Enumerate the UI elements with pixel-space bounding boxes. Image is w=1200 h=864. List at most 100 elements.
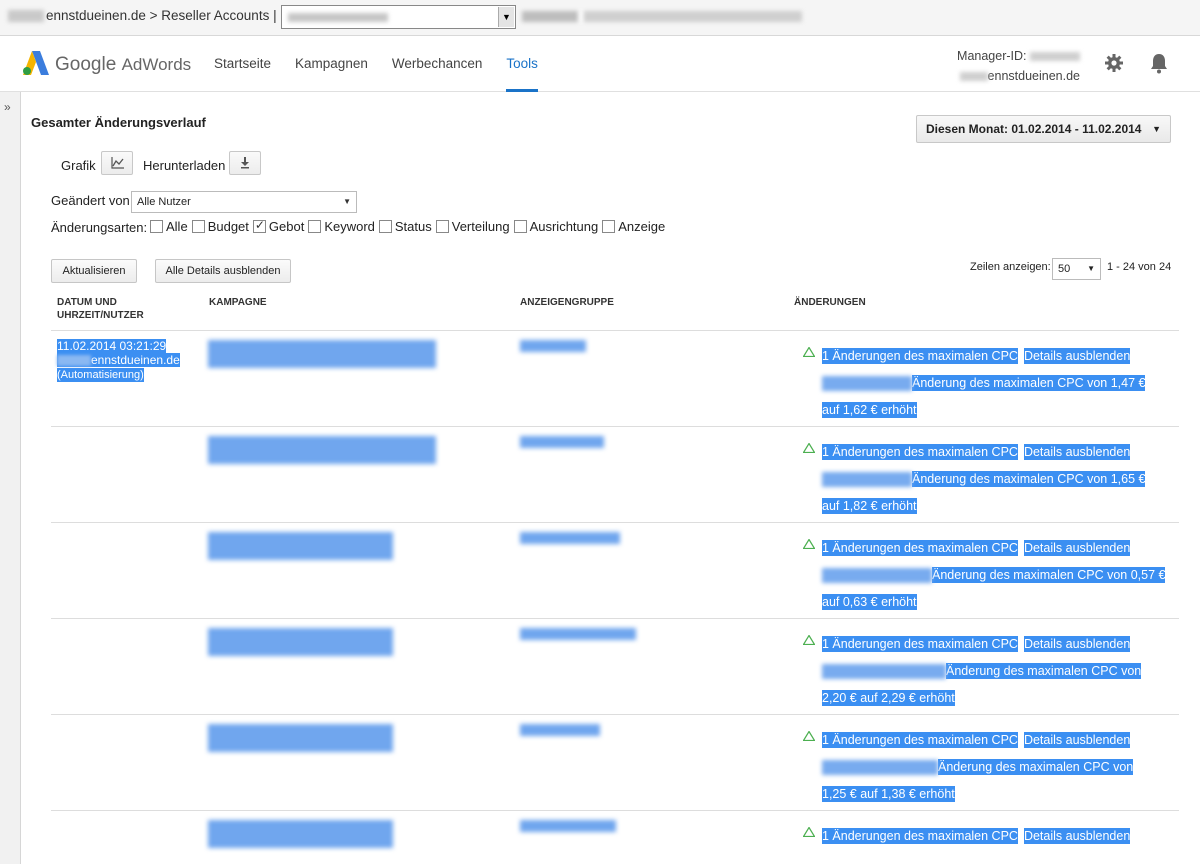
column-header-campaign[interactable]: KAMPAGNE — [209, 296, 267, 309]
caret-down-icon: ▼ — [343, 197, 351, 206]
change-type-status[interactable]: Status — [378, 219, 432, 234]
blurred-user — [57, 355, 91, 367]
nav-tools[interactable]: Tools — [506, 36, 538, 92]
column-header-changes[interactable]: ÄNDERUNGEN — [794, 296, 866, 309]
blurred-adgroup-name — [520, 436, 604, 448]
change-type-budget[interactable]: Budget — [191, 219, 249, 234]
checkbox-label: Budget — [207, 219, 249, 234]
checkbox-ausrichtung[interactable] — [513, 220, 527, 233]
details-hide-link[interactable]: Details ausblenden — [1023, 828, 1131, 844]
change-type-anzeige[interactable]: Anzeige — [602, 219, 665, 234]
change-cell: 1 Änderungen des maximalen CPC Details au… — [822, 631, 1167, 712]
change-summary: 1 Änderungen des maximalen CPC — [822, 348, 1018, 364]
change-detail: Änderung des maximalen CPC von 1,65 € — [912, 471, 1146, 487]
main-nav: Startseite Kampagnen Werbechancen Tools — [214, 36, 562, 92]
blurred-campaign-name — [208, 724, 393, 752]
blurred-keyword — [822, 760, 938, 776]
checkbox-status[interactable] — [378, 220, 392, 233]
column-header-adgroup[interactable]: ANZEIGENGRUPPE — [520, 296, 614, 309]
adwords-logo-icon — [23, 51, 49, 75]
bell-icon[interactable] — [1149, 52, 1169, 74]
blurred-user-email — [959, 72, 988, 82]
checkbox-label: Anzeige — [618, 219, 666, 234]
manager-id-label: Manager-ID: — [957, 49, 1027, 63]
email-domain: ennstdueinen.de — [46, 8, 146, 23]
change-type-gebot[interactable]: Gebot — [252, 218, 304, 234]
change-cell: 1 Änderungen des maximalen CPC Details au… — [822, 727, 1167, 808]
table-row: 1 Änderungen des maximalen CPC Details au… — [51, 619, 1179, 715]
triangle-up-icon — [803, 347, 815, 357]
breadcrumb-reseller-accounts[interactable]: Reseller Accounts — [161, 8, 269, 23]
change-summary: 1 Änderungen des maximalen CPC — [822, 444, 1018, 460]
table-row: 1 Änderungen des maximalen CPC Details au… — [51, 427, 1179, 523]
details-hide-link[interactable]: Details ausblenden — [1023, 540, 1131, 556]
change-cell: 1 Änderungen des maximalen CPC Details au… — [822, 535, 1167, 616]
checkbox-label: Verteilung — [451, 219, 510, 234]
checkbox-label: Keyword — [324, 219, 375, 234]
nav-werbechancen[interactable]: Werbechancen — [392, 36, 483, 92]
change-type-alle[interactable]: Alle — [150, 219, 188, 234]
chart-icon — [111, 157, 124, 169]
user-email-domain[interactable]: ennstdueinen.de — [988, 69, 1080, 83]
change-cell: 1 Änderungen des maximalen CPC Details au… — [822, 343, 1167, 424]
chevron-down-icon[interactable]: ▼ — [498, 7, 514, 27]
checkbox-gebot[interactable] — [252, 218, 266, 233]
changed-by-label: Geändert von — [51, 193, 130, 208]
gear-icon[interactable] — [1104, 53, 1124, 73]
blurred-customer-number — [522, 11, 802, 22]
change-cell: 1 Änderungen des maximalen CPC Details au… — [822, 439, 1167, 520]
blurred-keyword — [822, 472, 912, 488]
details-hide-link[interactable]: Details ausblenden — [1023, 348, 1131, 364]
blurred-keyword — [822, 568, 932, 584]
checkbox-alle[interactable] — [150, 220, 163, 233]
download-label: Herunterladen — [143, 158, 226, 173]
details-hide-link[interactable]: Details ausblenden — [1023, 636, 1131, 652]
change-type-ausrichtung[interactable]: Ausrichtung — [513, 219, 599, 234]
page-title: Gesamter Änderungsverlauf — [31, 115, 206, 130]
checkbox-budget[interactable] — [191, 220, 205, 233]
blurred-adgroup-name — [520, 820, 616, 832]
checkbox-keyword[interactable] — [308, 220, 322, 233]
column-header-date-line1: DATUM UND — [57, 297, 117, 308]
date-range-selector[interactable]: Diesen Monat: 01.02.2014 - 11.02.2014 ▼ — [916, 115, 1171, 143]
row-datetime: 11.02.2014 03:21:29 — [57, 339, 167, 353]
download-button[interactable] — [229, 151, 261, 175]
change-detail-result: auf 1,82 € erhöht — [822, 498, 917, 514]
row-user-domain: ennstdueinen.de — [91, 353, 180, 367]
details-hide-link[interactable]: Details ausblenden — [1023, 732, 1131, 748]
rows-per-page-select[interactable]: 50 ▼ — [1052, 258, 1101, 280]
blurred-campaign-name — [208, 820, 393, 848]
nav-startseite[interactable]: Startseite — [214, 36, 271, 92]
hide-all-details-button[interactable]: Alle Details ausblenden — [155, 259, 291, 283]
changed-by-select[interactable]: Alle Nutzer ▼ — [131, 191, 357, 213]
triangle-up-icon — [803, 827, 815, 837]
chevron-double-right-icon[interactable]: » — [4, 100, 11, 114]
blurred-account-name — [288, 13, 388, 22]
checkbox-label: Alle — [166, 219, 188, 234]
nav-kampagnen[interactable]: Kampagnen — [295, 36, 368, 92]
blurred-campaign-name — [208, 436, 436, 464]
details-hide-link[interactable]: Details ausblenden — [1023, 444, 1131, 460]
graph-label: Grafik — [61, 158, 96, 173]
blurred-keyword — [822, 376, 912, 392]
triangle-up-icon — [803, 539, 815, 549]
account-select[interactable]: ▼ — [281, 5, 516, 29]
triangle-up-icon — [803, 731, 815, 741]
change-types-group: Alle Budget Gebot Keyword Status Verteil… — [150, 218, 669, 234]
checkbox-anzeige[interactable] — [602, 220, 616, 233]
table-row: 1 Änderungen des maximalen CPC Details au… — [51, 715, 1179, 811]
change-detail-result: auf 1,62 € erhöht — [822, 402, 917, 418]
checkbox-verteilung[interactable] — [435, 220, 449, 233]
column-header-date[interactable]: DATUM UND UHRZEIT/NUTZER — [57, 296, 144, 322]
graph-button[interactable] — [101, 151, 133, 175]
change-types-label: Änderungsarten: — [51, 220, 148, 235]
change-type-keyword[interactable]: Keyword — [308, 219, 375, 234]
change-type-verteilung[interactable]: Verteilung — [435, 219, 510, 234]
triangle-up-icon — [803, 443, 815, 453]
blurred-adgroup-name — [520, 532, 620, 544]
change-summary: 1 Änderungen des maximalen CPC — [822, 636, 1018, 652]
table-row: 1 Änderungen des maximalen CPC Details au… — [51, 811, 1179, 864]
refresh-button[interactable]: Aktualisieren — [51, 259, 137, 283]
checkbox-label: Ausrichtung — [529, 219, 599, 234]
sidebar-collapse-strip[interactable]: » — [0, 92, 21, 864]
